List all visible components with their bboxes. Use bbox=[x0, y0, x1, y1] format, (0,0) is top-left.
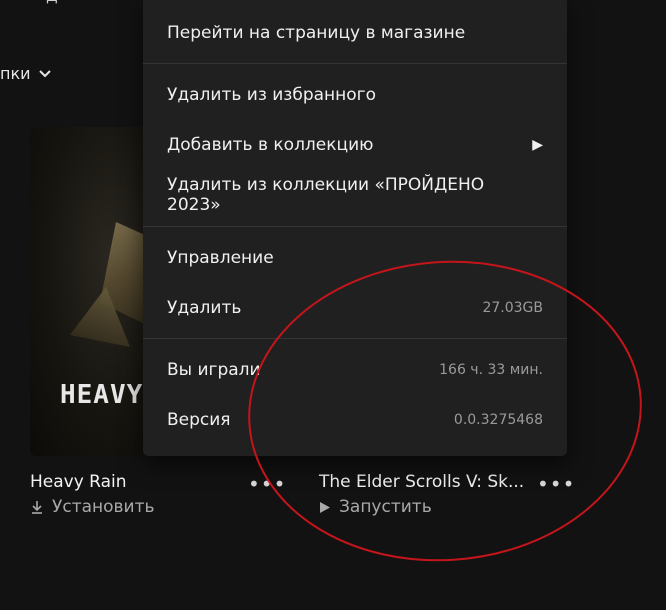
launch-button[interactable]: Запустить bbox=[319, 497, 432, 517]
menu-divider bbox=[143, 338, 567, 339]
menu-item-label: Удалить из коллекции «ПРОЙДЕНО 2023» bbox=[167, 175, 485, 215]
install-button[interactable]: Установить bbox=[30, 497, 155, 517]
more-options-icon[interactable]: ••• bbox=[537, 474, 575, 494]
menu-item-remove-favorite[interactable]: Удалить из избранного bbox=[167, 75, 543, 115]
chevron-down-icon bbox=[38, 69, 51, 77]
playtime-value: 166 ч. 33 мин. bbox=[439, 362, 543, 378]
filter-label: пки bbox=[0, 64, 31, 83]
more-options-icon[interactable]: ••• bbox=[248, 474, 286, 494]
menu-item-add-collection[interactable]: Добавить в коллекцию ▶ bbox=[167, 125, 543, 165]
install-size: 27.03GB bbox=[482, 300, 543, 316]
version-label: Версия bbox=[167, 410, 231, 430]
install-label: Установить bbox=[52, 497, 155, 517]
menu-item-label: Перейти на страницу в магазине bbox=[167, 23, 466, 43]
menu-item-label: Управление bbox=[167, 248, 274, 268]
filter-dropdown[interactable]: пки bbox=[0, 64, 51, 83]
menu-item-label: Удалить bbox=[167, 298, 242, 318]
menu-item-store-page[interactable]: Перейти на страницу в магазине bbox=[167, 13, 543, 53]
game-title-heavy-rain[interactable]: Heavy Rain bbox=[30, 472, 127, 492]
menu-info-playtime: Вы играли 166 ч. 33 мин. bbox=[167, 350, 543, 390]
playtime-label: Вы играли bbox=[167, 360, 261, 380]
context-menu: Перейти на страницу в магазине Удалить и… bbox=[143, 0, 567, 456]
menu-info-version: Версия 0.0.3275468 bbox=[167, 400, 543, 440]
game-title-skyrim[interactable]: The Elder Scrolls V: Sk... bbox=[319, 472, 524, 492]
menu-item-remove-collection[interactable]: Удалить из коллекции «ПРОЙДЕНО 2023» bbox=[167, 175, 543, 215]
menu-item-uninstall[interactable]: Удалить 27.03GB bbox=[167, 288, 543, 328]
version-value: 0.0.3275468 bbox=[453, 412, 543, 428]
submenu-arrow-icon: ▶ bbox=[532, 137, 543, 153]
menu-item-label: Добавить в коллекцию bbox=[167, 135, 374, 155]
menu-item-label: Удалить из избранного bbox=[167, 85, 377, 105]
menu-divider bbox=[143, 63, 567, 64]
header-text-fragment: д bbox=[46, 0, 58, 6]
launch-label: Запустить bbox=[339, 497, 432, 517]
game-cover-heavy-rain[interactable]: HEAVY bbox=[30, 127, 143, 456]
download-icon bbox=[32, 501, 42, 514]
menu-divider bbox=[143, 226, 567, 227]
play-icon bbox=[320, 501, 330, 513]
cover-title: HEAVY bbox=[60, 380, 143, 410]
menu-item-manage[interactable]: Управление bbox=[167, 238, 543, 278]
